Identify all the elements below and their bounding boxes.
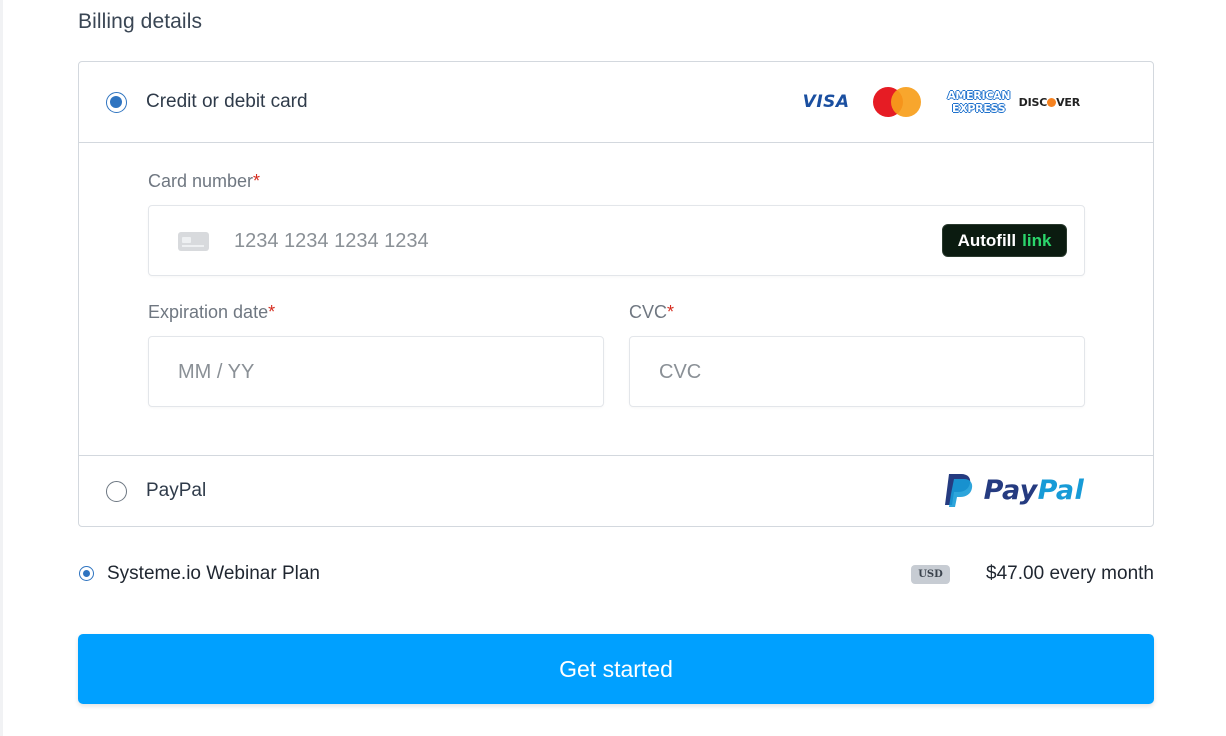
payment-methods: Credit or debit card VISA AMERICAN EXPRE… (78, 61, 1154, 527)
card-number-input[interactable]: 1234 1234 1234 1234 Autofill link (148, 205, 1085, 276)
mastercard-logo (872, 86, 939, 118)
paypal-logo: PayPal (942, 472, 1084, 508)
paypal-radio[interactable] (106, 480, 127, 502)
plan-radio[interactable] (79, 566, 94, 581)
card-radio[interactable] (106, 91, 127, 113)
cvc-placeholder: CVC (659, 361, 702, 383)
payment-option-card[interactable]: Credit or debit card VISA AMERICAN EXPRE… (79, 62, 1153, 143)
card-option-label: Credit or debit card (146, 91, 308, 112)
card-number-placeholder: 1234 1234 1234 1234 (234, 230, 429, 252)
cvc-input[interactable]: CVC (629, 336, 1085, 407)
expiration-input[interactable]: MM / YY (148, 336, 604, 407)
paypal-p-icon (944, 474, 972, 507)
currency-badge: USD (911, 565, 950, 584)
payment-option-paypal[interactable]: PayPal PayPal (79, 455, 1153, 526)
autofill-link-button[interactable]: Autofill link (942, 224, 1067, 257)
plan-option[interactable]: Systeme.io Webinar Plan USD $47.00 every… (78, 558, 1154, 590)
get-started-button[interactable]: Get started (78, 634, 1154, 704)
paypal-option-label: PayPal (146, 480, 207, 501)
link-logo: link (1022, 230, 1052, 250)
expiration-placeholder: MM / YY (178, 361, 255, 383)
credit-card-icon (178, 232, 209, 251)
section-title: Billing details (78, 10, 203, 33)
plan-price: $47.00 every month (986, 563, 1154, 584)
expiration-label: Expiration date* (148, 302, 276, 322)
cvc-label: CVC* (629, 302, 675, 322)
amex-logo: AMERICAN EXPRESS (947, 89, 1011, 115)
visa-logo: VISA (802, 92, 850, 112)
page-edge (0, 0, 3, 736)
card-number-label: Card number* (148, 171, 261, 191)
card-brand-logos: VISA AMERICAN EXPRESS DISC VER (803, 86, 1080, 118)
plan-name: Systeme.io Webinar Plan (107, 563, 320, 584)
discover-logo: DISC VER (1018, 95, 1081, 109)
